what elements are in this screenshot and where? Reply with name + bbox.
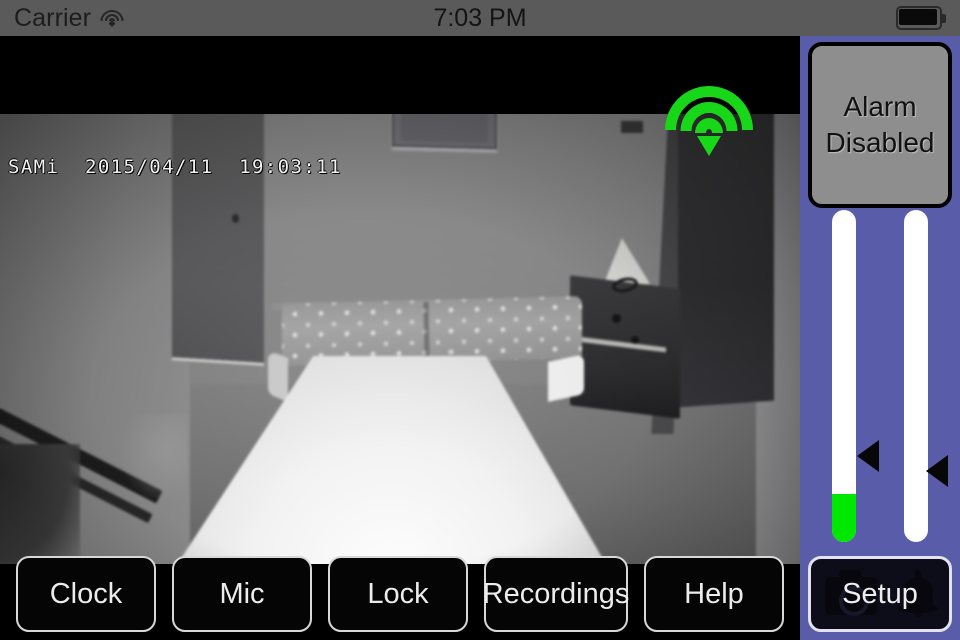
- sensitivity-slider-marker[interactable]: [857, 440, 879, 472]
- bottom-toolbar: Clock Mic Lock Recordings Help: [0, 548, 800, 640]
- wifi-signal-icon: [664, 86, 754, 158]
- setup-button[interactable]: Setup: [808, 556, 952, 632]
- video-stage[interactable]: SAMi 2015/04/11 19:03:11 Clock Mic Lock …: [0, 36, 800, 640]
- app-root: Carrier 7:03 PM SAMi 2015/04/11 19:03:11…: [0, 0, 960, 640]
- alarm-status-line-1: Alarm: [843, 90, 917, 122]
- clock-button[interactable]: Clock: [16, 556, 156, 632]
- scene-softening: [0, 114, 800, 564]
- alarm-status-line-2: Disabled: [825, 127, 935, 158]
- status-bar-clock: 7:03 PM: [433, 3, 527, 32]
- camera-video-feed[interactable]: [0, 114, 800, 564]
- recordings-button[interactable]: Recordings: [483, 556, 629, 632]
- lock-button[interactable]: Lock: [328, 556, 468, 632]
- setup-button-label: Setup: [842, 577, 918, 610]
- volume-slider[interactable]: [904, 210, 928, 542]
- mic-button[interactable]: Mic: [172, 556, 312, 632]
- video-timestamp-overlay: SAMi 2015/04/11 19:03:11: [8, 156, 342, 178]
- help-button[interactable]: Help: [644, 556, 784, 632]
- sensitivity-slider[interactable]: [832, 210, 856, 542]
- control-panel: Alarm Disabled Setup: [800, 36, 960, 640]
- alarm-status-button[interactable]: Alarm Disabled: [808, 42, 952, 208]
- ios-status-bar: Carrier 7:03 PM: [0, 0, 960, 36]
- volume-slider-marker[interactable]: [926, 455, 948, 487]
- battery-icon: [896, 6, 946, 30]
- sensitivity-slider-fill: [832, 494, 856, 542]
